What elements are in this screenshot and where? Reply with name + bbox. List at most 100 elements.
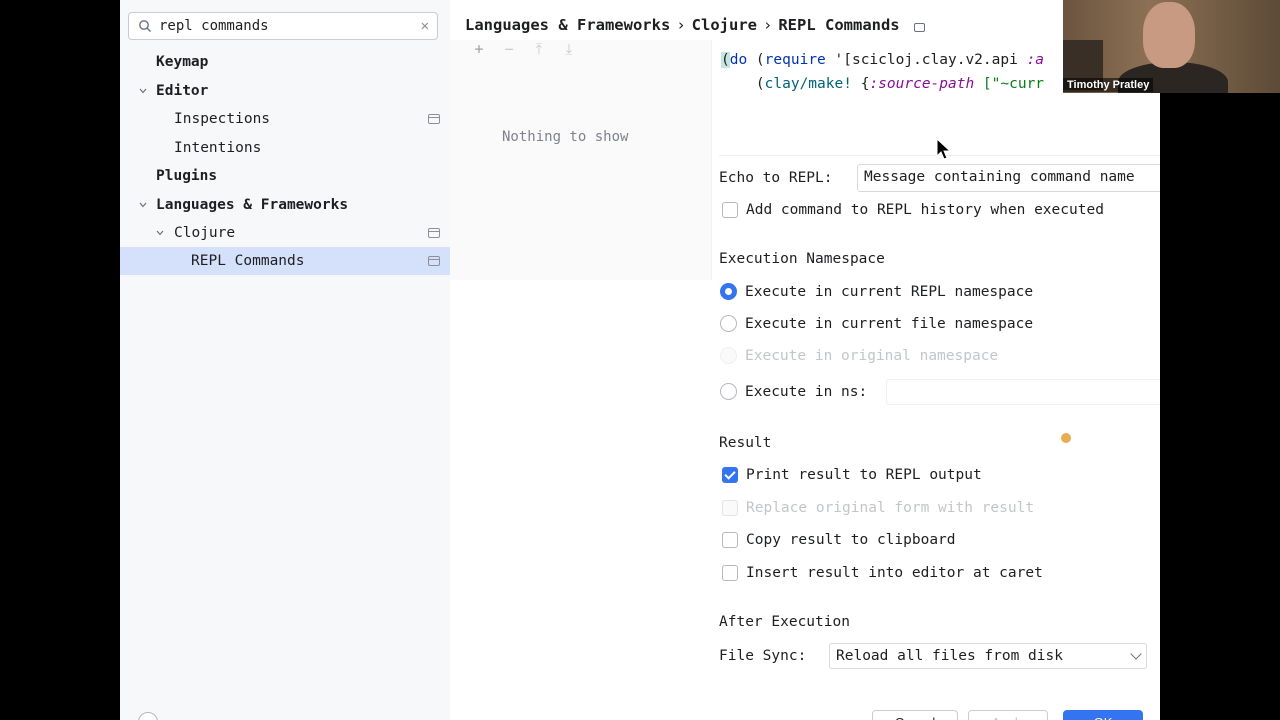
code-token: (: [721, 52, 730, 68]
ns-input[interactable]: [886, 379, 1160, 405]
clear-search-icon[interactable]: ✕: [421, 18, 429, 34]
radio-label: Execute in current REPL namespace: [745, 283, 1034, 300]
help-button[interactable]: [138, 712, 158, 720]
checkbox-box[interactable]: [722, 565, 738, 581]
code-token: ["~curr: [974, 76, 1045, 92]
radio-label: Execute in original namespace: [745, 347, 999, 364]
code-token: '[scicloj.clay.v2.api: [825, 52, 1027, 68]
remove-icon[interactable]: −: [502, 40, 516, 58]
radio-execute-in-ns[interactable]: Execute in ns:: [720, 383, 867, 400]
checkbox-label: Insert result into editor at caret: [746, 565, 1043, 581]
copy-result-checkbox[interactable]: Copy result to clipboard: [722, 532, 956, 548]
radio-current-file-namespace[interactable]: Execute in current file namespace: [720, 315, 1033, 332]
project-settings-icon: [428, 228, 440, 238]
webcam-name-tag: Timothy Pratley: [1063, 78, 1154, 92]
project-settings-icon: [428, 114, 440, 124]
checkbox-label: Copy result to clipboard: [746, 532, 956, 548]
add-icon[interactable]: +: [472, 40, 486, 58]
tree-item-repl-commands[interactable]: REPL Commands: [120, 247, 450, 275]
radio-dot[interactable]: [720, 315, 737, 332]
radio-original-namespace: Execute in original namespace: [720, 347, 998, 364]
tree-item-label: REPL Commands: [191, 253, 305, 269]
checkbox-box[interactable]: [722, 532, 738, 548]
radio-current-repl-namespace[interactable]: Execute in current REPL namespace: [720, 283, 1033, 300]
tree-item-label: Keymap: [156, 54, 209, 70]
execution-namespace-title: Execution Namespace: [719, 251, 885, 267]
tree-item-clojure[interactable]: Clojure: [120, 219, 450, 247]
settings-dialog: ✕ Keymap Editor Inspections Intentions P…: [120, 0, 1160, 720]
insert-result-checkbox[interactable]: Insert result into editor at caret: [722, 565, 1043, 581]
code-token: :a: [1026, 52, 1045, 68]
tree-item-label: Languages & Frameworks: [156, 197, 349, 213]
cancel-button[interactable]: Cancel: [872, 710, 958, 720]
replace-form-checkbox: Replace original form with result: [722, 500, 1034, 516]
move-down-icon[interactable]: ⤓: [562, 40, 576, 58]
list-toolbar: + − ⤒ ⤓: [472, 40, 576, 58]
tree-item-label: Editor: [156, 83, 209, 99]
tree-item-languages-frameworks[interactable]: Languages & Frameworks: [120, 191, 450, 219]
add-to-history-checkbox[interactable]: Add command to REPL history when execute…: [722, 202, 1104, 218]
after-execution-title: After Execution: [719, 614, 850, 630]
search-icon: [137, 18, 153, 34]
radio-dot: [720, 347, 737, 364]
radio-label: Execute in ns:: [745, 383, 868, 400]
chevron-down-icon: [1130, 648, 1142, 660]
radio-dot[interactable]: [720, 383, 737, 400]
code-token: (: [721, 76, 765, 92]
checkbox-label: Replace original form with result: [746, 500, 1035, 516]
settings-tree-panel: ✕ Keymap Editor Inspections Intentions P…: [120, 0, 450, 720]
code-token: clay/make!: [764, 76, 852, 92]
chevron-down-icon[interactable]: [136, 84, 150, 98]
commands-list[interactable]: + − ⤒ ⤓ Nothing to show: [450, 40, 712, 280]
pointer-highlight: [1061, 433, 1071, 443]
search-input[interactable]: [159, 18, 421, 34]
breadcrumb: Languages & Frameworks › Clojure › REPL …: [465, 16, 925, 34]
tree-item-intentions[interactable]: Intentions: [120, 134, 450, 162]
print-result-checkbox[interactable]: Print result to REPL output: [722, 467, 982, 483]
radio-dot[interactable]: [720, 283, 737, 300]
file-sync-label: File Sync:: [719, 648, 807, 664]
webcam-video: Timothy Pratley: [1063, 0, 1280, 93]
code-token: do: [729, 52, 748, 68]
breadcrumb-item: Clojure: [691, 16, 757, 34]
checkbox-label: Add command to REPL history when execute…: [746, 202, 1104, 218]
checkbox-box[interactable]: [722, 202, 738, 218]
code-token: (: [747, 52, 765, 68]
breadcrumb-item: Languages & Frameworks: [465, 16, 671, 34]
file-sync-value: Reload all files from disk: [836, 648, 1063, 664]
ok-button[interactable]: OK: [1063, 710, 1143, 720]
tree-item-editor[interactable]: Editor: [120, 77, 450, 105]
move-up-icon[interactable]: ⤒: [532, 40, 546, 58]
echo-label: Echo to REPL:: [719, 170, 833, 186]
result-title: Result: [719, 435, 772, 451]
project-settings-icon: [428, 256, 440, 266]
tree-item-keymap[interactable]: Keymap: [120, 48, 450, 76]
tree-item-label: Plugins: [156, 168, 218, 184]
checkbox-box: [722, 500, 738, 516]
tree-item-label: Intentions: [174, 140, 262, 156]
echo-select[interactable]: Message containing command name: [857, 164, 1160, 192]
tree-item-label: Inspections: [174, 111, 271, 127]
checkbox-label: Print result to REPL output: [746, 467, 982, 483]
chevron-down-icon[interactable]: [136, 198, 150, 212]
chevron-down-icon[interactable]: [153, 226, 167, 240]
tree-item-plugins[interactable]: Plugins: [120, 162, 450, 190]
tree-item-inspections[interactable]: Inspections: [120, 105, 450, 133]
file-sync-select[interactable]: Reload all files from disk: [829, 643, 1147, 669]
breadcrumb-separator: ›: [676, 16, 686, 34]
checkbox-box[interactable]: [722, 467, 738, 483]
radio-label: Execute in current file namespace: [745, 315, 1034, 332]
code-token: {: [851, 76, 870, 92]
video-person-head: [1143, 2, 1195, 68]
breadcrumb-item: REPL Commands: [778, 16, 900, 34]
breadcrumb-separator: ›: [762, 16, 773, 34]
code-token: :source-path: [869, 76, 975, 92]
tree-item-label: Clojure: [174, 225, 236, 241]
apply-button[interactable]: Apply: [968, 710, 1048, 720]
empty-list-message: Nothing to show: [502, 129, 629, 145]
code-token: require: [764, 52, 826, 68]
mouse-cursor-icon: [936, 138, 952, 160]
settings-search[interactable]: ✕: [128, 12, 438, 40]
echo-value: Message containing command name: [864, 169, 1135, 185]
settings-content: Languages & Frameworks › Clojure › REPL …: [450, 0, 1160, 720]
